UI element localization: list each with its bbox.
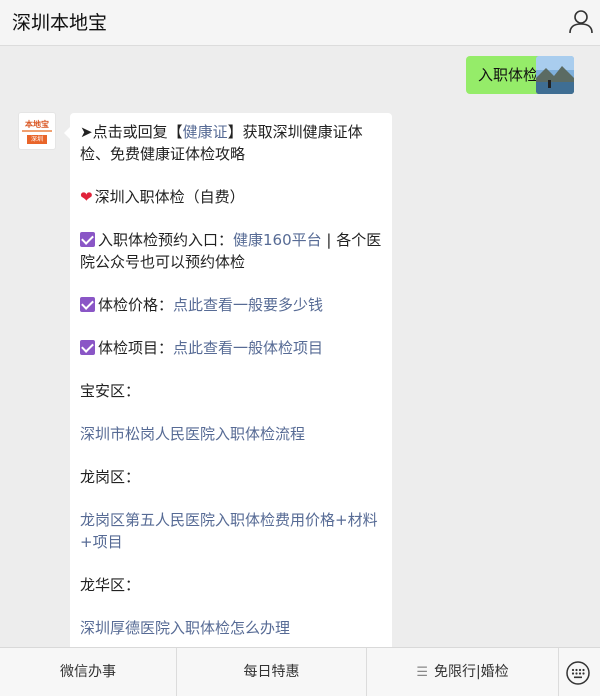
district-baoan: 宝安区：	[80, 382, 141, 400]
incoming-message: ➤点击或回复【健康证】获取深圳健康证体检、免费健康证体检攻略 ❤ 深圳入职体检（自…	[64, 113, 392, 647]
chat-title: 深圳本地宝	[12, 12, 108, 34]
checkbox-icon	[80, 340, 95, 355]
longgang-hospital-link[interactable]: 龙岗区第五人民医院入职体检费用价格+材料+项目	[80, 509, 382, 553]
bottom-menu: 微信办事 每日特惠 ☰ 免限行|婚检	[0, 647, 600, 696]
houde-hospital-link[interactable]: 深圳厚德医院入职体检怎么办理	[80, 617, 382, 639]
price-entry: 体检价格：点此查看一般要多少钱	[80, 294, 382, 316]
checkbox-icon	[80, 232, 95, 247]
section-self-pay: ❤ 深圳入职体检（自费）	[80, 188, 245, 206]
menu-wechat-service[interactable]: 微信办事	[0, 648, 177, 696]
landscape-photo-avatar[interactable]	[536, 56, 574, 94]
hamburger-icon: ☰	[416, 665, 428, 680]
menu-daily-deals[interactable]: 每日特惠	[177, 648, 367, 696]
avatar-logo-divider	[22, 130, 52, 132]
items-entry: 体检项目：点此查看一般体检项目	[80, 337, 382, 359]
songgang-hospital-link[interactable]: 深圳市松岗人民医院入职体检流程	[80, 423, 382, 445]
avatar-logo-city: 深圳	[27, 135, 47, 144]
menu-traffic-marriage[interactable]: ☰ 免限行|婚检	[367, 648, 559, 696]
items-link[interactable]: 点此查看一般体检项目	[173, 339, 323, 357]
booking-entry: 入职体检预约入口：健康160平台 | 各个医院公众号也可以预约体检	[80, 231, 382, 271]
district-longgang: 龙岗区：	[80, 468, 141, 486]
chat-area[interactable]: 入职体检 本地宝 深圳 ➤点击或回复【健康证】获取深圳健康证体检、免费健康证体检…	[0, 47, 600, 647]
avatar-logo-text: 本地宝	[25, 120, 49, 129]
keyboard-icon[interactable]	[565, 660, 591, 686]
checkbox-icon	[80, 297, 95, 312]
chat-header: 深圳本地宝	[0, 0, 600, 46]
user-icon[interactable]	[566, 6, 596, 36]
message-intro: ➤点击或回复【健康证】获取深圳健康证体检、免费健康证体检攻略	[80, 123, 363, 163]
price-link[interactable]: 点此查看一般要多少钱	[173, 296, 323, 314]
bendibao-logo[interactable]: 本地宝 深圳	[18, 112, 56, 150]
district-longhua: 龙华区：	[80, 576, 141, 594]
arrow-icon: ➤	[80, 123, 93, 141]
health-certificate-link[interactable]: 健康证	[183, 123, 228, 141]
jiankang160-link[interactable]: 健康160平台	[233, 231, 322, 249]
heart-icon: ❤	[80, 188, 93, 206]
